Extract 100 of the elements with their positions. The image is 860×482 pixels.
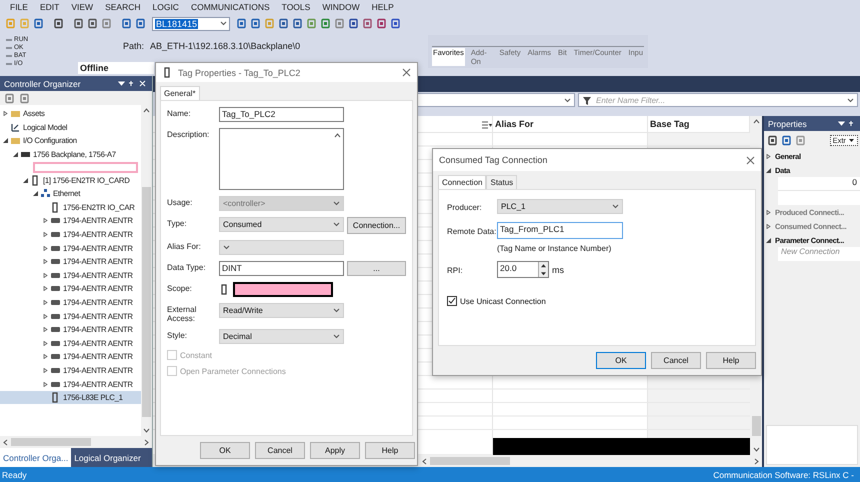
arrow-down-icon[interactable] (752, 446, 760, 453)
field-label: Data Type: (167, 262, 207, 272)
menu-item[interactable]: TOOLS (276, 2, 316, 12)
collapsed-icon[interactable] (43, 340, 48, 346)
field-label: Type: (167, 218, 188, 228)
dialog-tab[interactable]: General* (160, 86, 200, 100)
field-label: External Access: (167, 304, 198, 323)
dialog-button[interactable]: OK (200, 442, 250, 459)
arrow-left-icon[interactable] (2, 438, 9, 446)
collapsed-icon[interactable] (43, 300, 48, 306)
arrow-up-icon[interactable] (143, 107, 150, 114)
collapsed-icon[interactable] (43, 286, 48, 292)
connection-button[interactable]: Connection... (347, 217, 406, 234)
status-text: Ready (2, 470, 27, 480)
collapsed-icon[interactable] (43, 327, 48, 332)
expanded-icon[interactable] (3, 138, 8, 144)
dialog-tab[interactable]: Connection (438, 175, 486, 189)
collapsed-icon[interactable] (43, 246, 48, 251)
dialog-button[interactable]: Help (706, 352, 756, 369)
spin-up-icon[interactable] (539, 262, 548, 270)
collapsed-icon[interactable] (43, 232, 48, 238)
arrow-right-icon[interactable] (753, 458, 760, 464)
panel-title: Controller Organizer (4, 78, 81, 88)
checkbox[interactable]: Use Unicast Connection (447, 296, 747, 306)
dialog-button[interactable]: Help (365, 442, 415, 459)
arrow-up-icon[interactable] (752, 118, 760, 125)
hint-text: (Tag Name or Instance Number) (497, 244, 612, 253)
dropdown[interactable]: Consumed (219, 217, 344, 232)
model-icon (10, 122, 21, 133)
field-label: Name: (167, 108, 192, 118)
collapsed-icon[interactable] (43, 368, 48, 373)
dropdown[interactable]: PLC_1 (497, 199, 623, 214)
dialog-title: Tag Properties - Tag_To_PLC2 (178, 68, 300, 78)
collapsed-icon[interactable] (766, 154, 771, 158)
collapsed-icon[interactable] (43, 272, 48, 278)
dropdown-caret-icon (847, 98, 854, 102)
menu-item[interactable]: EDIT (34, 2, 66, 12)
field-label: Alias For: (167, 241, 202, 251)
panel-controls-icon[interactable] (118, 80, 148, 88)
expanded-icon[interactable] (23, 178, 28, 183)
close-button[interactable] (402, 68, 411, 77)
status-text: Communication Software: RSLinx C - (713, 470, 854, 480)
menu-item[interactable]: WINDOW (316, 2, 366, 12)
field-label: RPI: (447, 265, 464, 275)
dropdown-caret-icon (220, 21, 227, 26)
dialog-button[interactable]: Cancel (651, 352, 701, 369)
dialog-button[interactable]: Cancel (255, 442, 305, 459)
property-value-field[interactable] (778, 191, 860, 205)
checkmark-icon (448, 297, 456, 305)
collapsed-icon[interactable] (43, 314, 48, 319)
dropdown-caret-icon (564, 98, 571, 102)
dialog-button[interactable]: OK (596, 352, 646, 369)
menu-item[interactable]: FILE (4, 2, 34, 12)
close-button[interactable] (746, 156, 755, 164)
folder-icon (10, 108, 21, 120)
field-label: Style: (167, 330, 188, 340)
menu-item[interactable]: HELP (366, 2, 400, 12)
expanded-icon[interactable] (33, 191, 38, 196)
menu-item[interactable]: COMMUNICATIONS (184, 2, 276, 12)
collapsed-icon[interactable] (43, 382, 48, 387)
dialog-tab[interactable]: Status (486, 175, 518, 189)
collapsed-icon[interactable] (3, 111, 8, 116)
collapsed-icon[interactable] (43, 354, 48, 360)
number-field[interactable]: 20.0 (497, 261, 549, 278)
menu-item[interactable]: SEARCH (99, 2, 146, 12)
folder-icon (10, 135, 21, 146)
field-label: Scope: (167, 283, 193, 293)
text-field[interactable]: DINT (219, 261, 344, 276)
panel-controls-icon[interactable] (838, 120, 856, 128)
arrow-right-icon[interactable] (143, 438, 150, 446)
text-field[interactable]: Tag_From_PLC1 (497, 222, 623, 239)
expanded-icon[interactable] (13, 152, 18, 158)
expanded-icon[interactable] (766, 168, 771, 172)
menu-item[interactable]: LOGIC (146, 2, 185, 12)
filter-icon (582, 94, 593, 106)
search-combo[interactable]: BL181415 (152, 16, 230, 30)
field-label: Usage: (167, 197, 194, 207)
expanded-icon[interactable] (766, 238, 771, 242)
field-label: Producer: (447, 202, 483, 212)
arrow-up-icon[interactable] (334, 132, 341, 139)
dropdown-caret-icon (333, 308, 340, 313)
dropdown-caret-icon (333, 222, 340, 227)
new-connection-field[interactable]: New Connection (778, 247, 860, 261)
dropdown-caret-icon (333, 334, 340, 339)
dropdown-caret-icon (612, 204, 619, 209)
scrollbar-thumb[interactable] (752, 416, 760, 436)
text-field[interactable]: Tag_To_PLC2 (219, 107, 344, 122)
collapsed-icon[interactable] (43, 259, 48, 264)
dropdown[interactable]: Read/Write (219, 303, 344, 318)
description-field[interactable] (219, 128, 344, 190)
dropdown[interactable]: Decimal (219, 329, 344, 344)
browse-button[interactable]: ... (347, 261, 406, 276)
dialog-button[interactable]: Apply (310, 442, 360, 459)
arrow-down-icon[interactable] (143, 427, 150, 434)
scrollbar-thumb[interactable] (142, 187, 151, 417)
collapsed-icon[interactable] (43, 218, 48, 224)
organizer-tab[interactable]: Controller Orga... (0, 448, 72, 467)
arrow-left-icon[interactable] (421, 458, 428, 464)
scrollbar[interactable] (0, 436, 152, 448)
menu-item[interactable]: VIEW (65, 2, 100, 12)
